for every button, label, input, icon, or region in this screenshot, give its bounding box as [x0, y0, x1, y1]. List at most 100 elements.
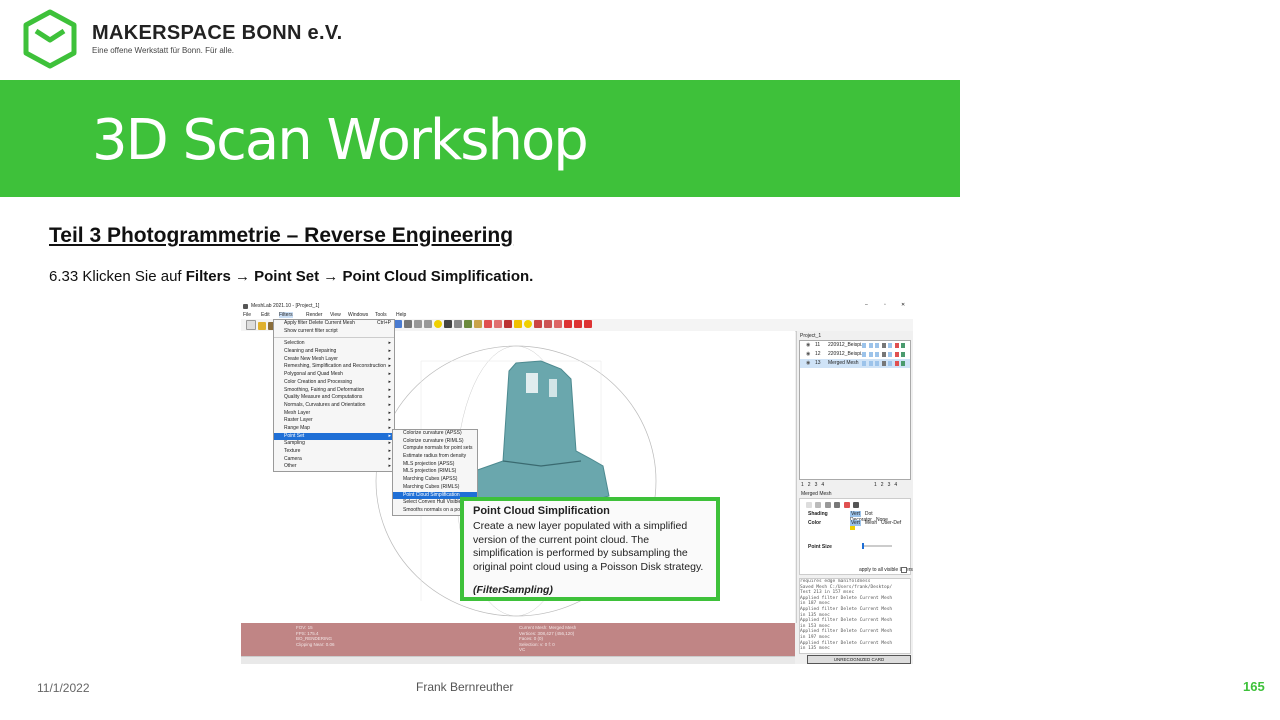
layer-render-toggle-icon[interactable] — [894, 343, 899, 348]
filters-menu-item[interactable]: Raster Layer ▸ — [274, 417, 394, 425]
point-set-menu-item[interactable]: Marching Cubes (APSS) — [393, 476, 477, 484]
filters-menu-item[interactable]: Selection ▸ — [274, 340, 394, 348]
brush-icon[interactable] — [474, 320, 482, 328]
delete-sel-icon[interactable] — [584, 320, 592, 328]
layer-icon[interactable] — [404, 320, 412, 328]
warning-icon[interactable] — [514, 320, 522, 328]
layer-render-toggle-icon[interactable] — [901, 352, 905, 357]
layer-row[interactable]: ◉ 11 220912_Beispi... — [800, 341, 910, 350]
menu-view[interactable]: View — [330, 312, 341, 318]
delete-faces-icon[interactable] — [564, 320, 572, 328]
layer-render-toggle-icon[interactable] — [868, 352, 873, 357]
grid-icon[interactable] — [414, 320, 422, 328]
layer-render-toggle-icon[interactable] — [875, 361, 879, 366]
filters-menu-item[interactable]: Sampling ▸ — [274, 440, 394, 448]
layer-row[interactable]: ◉ 12 220912_Beispi... — [800, 350, 910, 359]
filters-menu-item[interactable]: Cleaning and Repairing ▸ — [274, 348, 394, 356]
unrecognized-card-button[interactable]: UNRECOGNIZED CARD — [807, 655, 911, 664]
render-option[interactable]: User-Def — [881, 520, 901, 526]
slider-handle[interactable] — [862, 543, 864, 549]
layer-page-tab[interactable]: 1 — [801, 482, 804, 488]
menu-windows[interactable]: Windows — [348, 312, 368, 318]
layer-render-toggle-icon[interactable] — [894, 352, 899, 357]
menu-edit[interactable]: Edit — [261, 312, 270, 318]
layer-render-toggle-icon[interactable] — [901, 343, 905, 348]
layer-render-toggle-icon[interactable] — [888, 352, 892, 357]
layer-render-toggle-icon[interactable] — [901, 361, 905, 366]
measure-icon[interactable] — [434, 320, 442, 328]
filters-menu-item[interactable]: Quality Measure and Computations ▸ — [274, 394, 394, 402]
layer-render-toggle-icon[interactable] — [894, 361, 899, 366]
menu-render[interactable]: Render — [306, 312, 322, 318]
light-icon[interactable] — [852, 502, 859, 508]
layer-render-toggle-icon[interactable] — [868, 343, 873, 348]
new-project-icon[interactable] — [246, 320, 256, 330]
filters-menu-item[interactable]: Texture ▸ — [274, 448, 394, 456]
filters-menu-item[interactable]: Mesh Layer ▸ — [274, 410, 394, 418]
layer-page-tab[interactable]: 1 — [874, 482, 877, 488]
point-set-menu-item[interactable]: MLS projection (APSS) — [393, 461, 477, 469]
point-size-slider[interactable] — [862, 543, 892, 549]
layer-render-toggle-icon[interactable] — [875, 352, 879, 357]
close-icon[interactable]: ✕ — [901, 302, 905, 308]
filters-menu-item[interactable]: Point Set ▸ — [274, 432, 394, 441]
select-connected-icon[interactable] — [504, 320, 512, 328]
point-set-menu-item[interactable]: Compute normals for point sets — [393, 445, 477, 453]
layer-render-toggle-icon[interactable] — [862, 343, 866, 348]
points-icon[interactable] — [815, 502, 822, 508]
layer-render-toggle-icon[interactable] — [881, 343, 886, 348]
point-set-menu-item[interactable]: Colorize curvature (RIMLS) — [393, 438, 477, 446]
pick-icon[interactable] — [444, 320, 452, 328]
layer-page-tab[interactable]: 4 — [894, 482, 897, 488]
open-icon[interactable] — [258, 322, 266, 330]
color-swatch[interactable] — [850, 526, 855, 530]
minimize-icon[interactable]: – — [865, 302, 868, 308]
layer-render-toggle-icon[interactable] — [868, 361, 873, 366]
box-icon[interactable] — [806, 502, 812, 508]
select-faces-icon[interactable] — [484, 320, 492, 328]
layer-visibility-icon[interactable]: ◉ — [806, 350, 810, 359]
layer-render-toggle-icon[interactable] — [862, 361, 866, 366]
wire-icon[interactable] — [824, 502, 831, 508]
snapshot-icon[interactable] — [394, 320, 402, 328]
point-set-menu-item[interactable]: Colorize curvature (APSS) — [393, 430, 477, 438]
menu-help[interactable]: Help — [396, 312, 406, 318]
filters-menu-item[interactable]: Other ▸ — [274, 463, 394, 471]
filters-menu-item[interactable]: Camera ▸ — [274, 456, 394, 464]
layer-render-toggle-icon[interactable] — [881, 352, 886, 357]
layer-page-tab[interactable]: 3 — [815, 482, 818, 488]
info-circle-icon[interactable] — [524, 320, 532, 328]
solid-icon[interactable] — [834, 502, 841, 508]
filters-top-item[interactable]: Show current filter script — [274, 328, 394, 336]
texture-icon[interactable] — [843, 502, 850, 508]
select-all-icon[interactable] — [554, 320, 562, 328]
render-option[interactable]: Mesh — [865, 520, 877, 526]
layer-page-tab[interactable]: 2 — [881, 482, 884, 488]
apply-all-checkbox[interactable] — [901, 567, 907, 573]
filters-top-item[interactable]: Apply filter Delete Current Mesh Ctrl+P — [274, 320, 394, 328]
menu-filters[interactable]: Filters — [279, 312, 293, 318]
layer-render-toggle-icon[interactable] — [888, 361, 892, 366]
layer-row[interactable]: ◉ 13 Merged Mesh — [800, 359, 910, 368]
align-icon[interactable] — [454, 320, 462, 328]
maximize-icon[interactable]: ▫ — [884, 302, 886, 308]
filters-menu-item[interactable]: Smoothing, Fairing and Deformation ▸ — [274, 387, 394, 395]
filters-menu-item[interactable]: Remeshing, Simplification and Reconstruc… — [274, 363, 394, 371]
point-set-menu-item[interactable]: MLS projection (RIMLS) — [393, 468, 477, 476]
menu-file[interactable]: File — [243, 312, 251, 318]
layer-page-tab[interactable]: 2 — [808, 482, 811, 488]
layer-render-toggle-icon[interactable] — [888, 343, 892, 348]
point-set-menu-item[interactable]: Marching Cubes (RIMLS) — [393, 484, 477, 492]
layer-visibility-icon[interactable]: ◉ — [806, 341, 810, 350]
select-vert-icon[interactable] — [544, 320, 552, 328]
layer-visibility-icon[interactable]: ◉ — [806, 359, 810, 368]
delete-vert-icon[interactable] — [574, 320, 582, 328]
select-icon[interactable] — [534, 320, 542, 328]
filters-menu-item[interactable]: Range Map ▸ — [274, 425, 394, 433]
layer-page-tab[interactable]: 4 — [821, 482, 824, 488]
select-vertices-icon[interactable] — [494, 320, 502, 328]
info-icon[interactable] — [424, 320, 432, 328]
layer-render-toggle-icon[interactable] — [881, 361, 886, 366]
paint-icon[interactable] — [464, 320, 472, 328]
menu-tools[interactable]: Tools — [375, 312, 387, 318]
